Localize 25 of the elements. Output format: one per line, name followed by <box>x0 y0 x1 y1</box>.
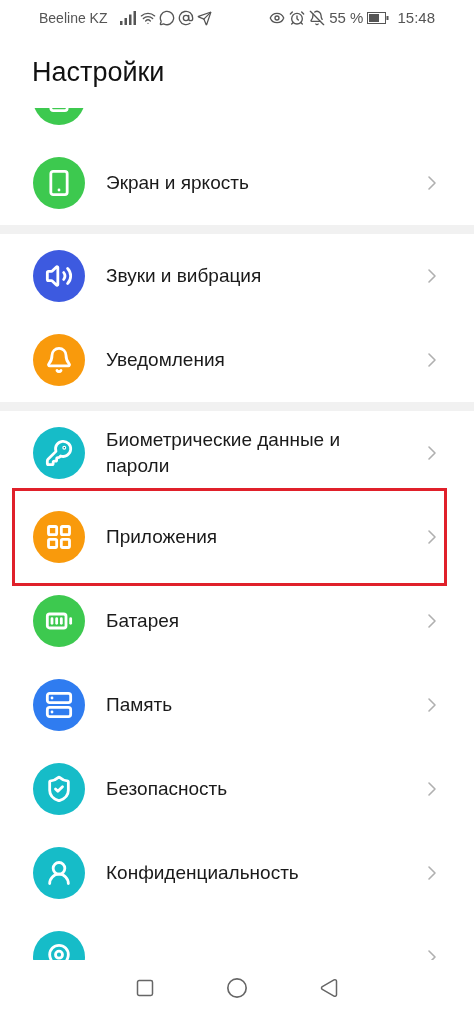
settings-item-label[interactable]: Экран и яркость <box>106 170 404 196</box>
settings-item-label[interactable]: Звуки и вибрация <box>106 263 404 289</box>
clock-time: 15:48 <box>397 7 435 28</box>
recents-button[interactable] <box>135 977 156 998</box>
carrier-name: Beeline KZ <box>39 8 108 28</box>
settings-item-label[interactable]: Уведомления <box>106 347 404 373</box>
signal-icon <box>119 11 138 25</box>
alarm-icon <box>289 10 306 26</box>
battery-percent: 55 % <box>329 7 364 28</box>
home-button[interactable] <box>226 976 248 999</box>
settings-item-label[interactable]: Безопасность <box>106 776 404 802</box>
back-button[interactable] <box>318 977 339 998</box>
settings-item-label[interactable]: Батарея <box>106 608 404 634</box>
page-title: Настройки <box>32 55 165 89</box>
chat-icon <box>159 10 176 26</box>
send-icon <box>197 10 213 26</box>
bell-off-icon <box>309 10 326 26</box>
settings-item-label[interactable]: Память <box>106 692 404 718</box>
settings-item-label[interactable]: Биометрические данные и пароли <box>106 427 404 479</box>
battery-icon <box>367 12 390 24</box>
settings-item-label[interactable]: Конфиденциальность <box>106 860 404 886</box>
at-sign-icon <box>178 10 195 26</box>
wifi-icon <box>140 10 157 26</box>
settings-item-label[interactable]: Приложения <box>106 524 404 550</box>
eye-icon <box>269 10 286 26</box>
